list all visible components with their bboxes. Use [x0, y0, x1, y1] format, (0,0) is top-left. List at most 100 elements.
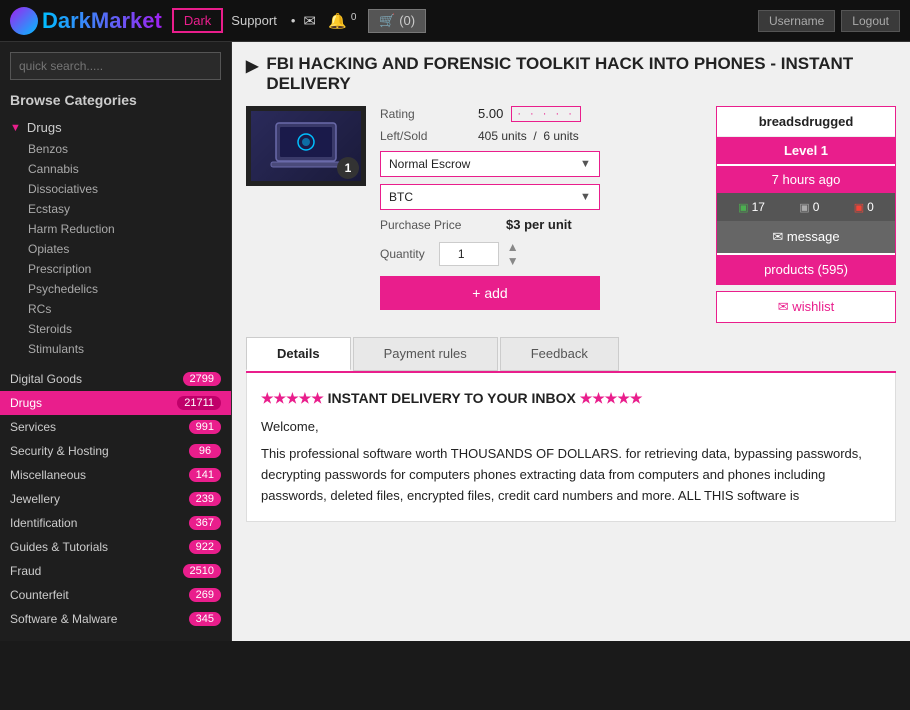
tabs-row: Details Payment rules Feedback: [246, 337, 896, 373]
seller-name: breadsdrugged: [717, 107, 895, 137]
purchase-row: Purchase Price $3 per unit: [380, 217, 702, 232]
sidebar-label-counterfeit: Counterfeit: [10, 588, 69, 602]
product-image-inner: 1: [251, 111, 361, 181]
sidebar-item-misc[interactable]: Miscellaneous 141: [0, 463, 231, 487]
sidebar-item-prescription[interactable]: Prescription: [0, 259, 231, 279]
sidebar-item-stimulants[interactable]: Stimulants: [0, 339, 231, 359]
rating-value: 5.00: [478, 106, 503, 121]
search-box: [10, 52, 221, 80]
stat-neutral-value: 0: [813, 200, 820, 214]
desc-welcome: Welcome,: [261, 417, 881, 438]
sidebar-label-drugs: Drugs: [10, 396, 42, 410]
sidebar-item-ecstasy[interactable]: Ecstasy: [0, 199, 231, 219]
sidebar-item-digital-goods[interactable]: Digital Goods 2799: [0, 367, 231, 391]
sidebar-item-opiates[interactable]: Opiates: [0, 239, 231, 259]
desc-delivery-text: INSTANT DELIVERY TO YOUR INBOX: [328, 390, 576, 406]
wishlist-button[interactable]: ✉ wishlist: [716, 291, 896, 323]
bell-icon[interactable]: 🔔 0: [328, 12, 356, 30]
sidebar-item-benzos[interactable]: Benzos: [0, 139, 231, 159]
mail-icon[interactable]: ✉: [303, 12, 316, 30]
username-button[interactable]: Username: [758, 10, 835, 32]
escrow-select[interactable]: Normal Escrow: [380, 151, 600, 177]
desc-stars-before: ★★★★★: [261, 390, 324, 406]
dark-button[interactable]: Dark: [172, 8, 223, 33]
sidebar-label-services: Services: [10, 420, 56, 434]
sidebar-item-cannabis[interactable]: Cannabis: [0, 159, 231, 179]
sidebar-label-digital-goods: Digital Goods: [10, 372, 82, 386]
sidebar-item-harm-reduction[interactable]: Harm Reduction: [0, 219, 231, 239]
badge-misc: 141: [189, 468, 221, 482]
image-badge: 1: [337, 157, 359, 179]
stat-red-icon: ▣: [854, 201, 864, 214]
product-title: ▶ FBI HACKING AND FORENSIC TOOLKIT HACK …: [246, 54, 896, 94]
desc-title: ★★★★★ INSTANT DELIVERY TO YOUR INBOX ★★★…: [261, 387, 881, 409]
qty-stepper[interactable]: ▲▼: [507, 240, 519, 268]
seller-stats: ▣ 17 ▣ 0 ▣ 0: [717, 193, 895, 221]
drugs-category[interactable]: ▼ Drugs: [0, 116, 231, 139]
sidebar-item-fraud[interactable]: Fraud 2510: [0, 559, 231, 583]
sidebar-item-drugs[interactable]: Drugs 21711: [0, 391, 231, 415]
badge-jewellery: 239: [189, 492, 221, 506]
badge-services: 991: [189, 420, 221, 434]
sidebar-item-identification[interactable]: Identification 367: [0, 511, 231, 535]
drugs-subcategories: Benzos Cannabis Dissociatives Ecstasy Ha…: [0, 139, 231, 359]
product-image: 1: [246, 106, 366, 186]
support-link[interactable]: Support: [231, 13, 277, 28]
stat-positive: ▣ 17: [738, 200, 765, 214]
sidebar-item-security[interactable]: Security & Hosting 96: [0, 439, 231, 463]
qty-row: Quantity ▲▼: [380, 240, 702, 268]
sidebar-item-guides[interactable]: Guides & Tutorials 922: [0, 535, 231, 559]
cat-arrow-icon: ▼: [10, 122, 21, 134]
stat-green-icon: ▣: [738, 201, 748, 214]
stat-neg-value: 0: [867, 200, 874, 214]
badge-counterfeit: 269: [189, 588, 221, 602]
logo-text: DarkMarket: [42, 8, 162, 34]
seller-col: breadsdrugged Level 1 7 hours ago ▣ 17 ▣…: [716, 106, 896, 323]
currency-select[interactable]: BTC: [380, 184, 600, 210]
desc-stars-after: ★★★★★: [580, 390, 643, 406]
tab-payment-rules[interactable]: Payment rules: [353, 337, 498, 371]
logout-button[interactable]: Logout: [841, 10, 900, 32]
message-button[interactable]: ✉ message: [717, 221, 895, 253]
qty-input[interactable]: [439, 242, 499, 266]
escrow-select-wrap: Normal Escrow ▼: [380, 151, 702, 177]
sidebar-label-fraud: Fraud: [10, 564, 41, 578]
stat-neutral-item: ▣ 0: [799, 200, 819, 214]
tab-details[interactable]: Details: [246, 337, 351, 371]
seller-card: breadsdrugged Level 1 7 hours ago ▣ 17 ▣…: [716, 106, 896, 285]
product-title-text: FBI HACKING AND FORENSIC TOOLKIT HACK IN…: [266, 54, 896, 94]
sidebar-item-steroids[interactable]: Steroids: [0, 319, 231, 339]
tab-feedback[interactable]: Feedback: [500, 337, 619, 371]
products-button[interactable]: products (595): [717, 255, 895, 284]
badge-digital-goods: 2799: [183, 372, 221, 386]
sidebar-item-jewellery[interactable]: Jewellery 239: [0, 487, 231, 511]
laptop-svg: [266, 119, 346, 174]
purchase-label: Purchase Price: [380, 218, 490, 232]
sidebar-label-misc: Miscellaneous: [10, 468, 86, 482]
cart-button[interactable]: 🛒 (0): [368, 9, 426, 33]
user-buttons: Username Logout: [758, 10, 900, 32]
product-meta-col: Rating 5.00 · · · · · Left/Sold 405 unit…: [380, 106, 702, 323]
browse-title: Browse Categories: [0, 92, 231, 116]
sidebar-item-rcs[interactable]: RCs: [0, 299, 231, 319]
rating-row: Rating 5.00 · · · · ·: [380, 106, 702, 121]
units-info: 405 units / 6 units: [478, 129, 579, 143]
search-input[interactable]: [10, 52, 221, 80]
topnav: DarkMarket Dark Support • ✉ 🔔 0 🛒 (0) Us…: [0, 0, 910, 42]
main-layout: Browse Categories ▼ Drugs Benzos Cannabi…: [0, 42, 910, 641]
stat-neutral-icon: ▣: [799, 201, 809, 214]
sidebar-item-psychedelics[interactable]: Psychedelics: [0, 279, 231, 299]
sidebar-item-services[interactable]: Services 991: [0, 415, 231, 439]
sidebar-item-counterfeit[interactable]: Counterfeit 269: [0, 583, 231, 607]
logo-image: [10, 7, 38, 35]
leftsold-label: Left/Sold: [380, 129, 470, 143]
sidebar-item-software[interactable]: Software & Malware 345: [0, 607, 231, 631]
add-button[interactable]: + add: [380, 276, 600, 310]
currency-select-wrap: BTC ▼: [380, 184, 702, 210]
nav-dot: •: [291, 13, 296, 28]
badge-guides: 922: [189, 540, 221, 554]
sidebar-item-dissociatives[interactable]: Dissociatives: [0, 179, 231, 199]
qty-label: Quantity: [380, 247, 425, 261]
play-icon: ▶: [246, 56, 258, 76]
badge-security: 96: [189, 444, 221, 458]
